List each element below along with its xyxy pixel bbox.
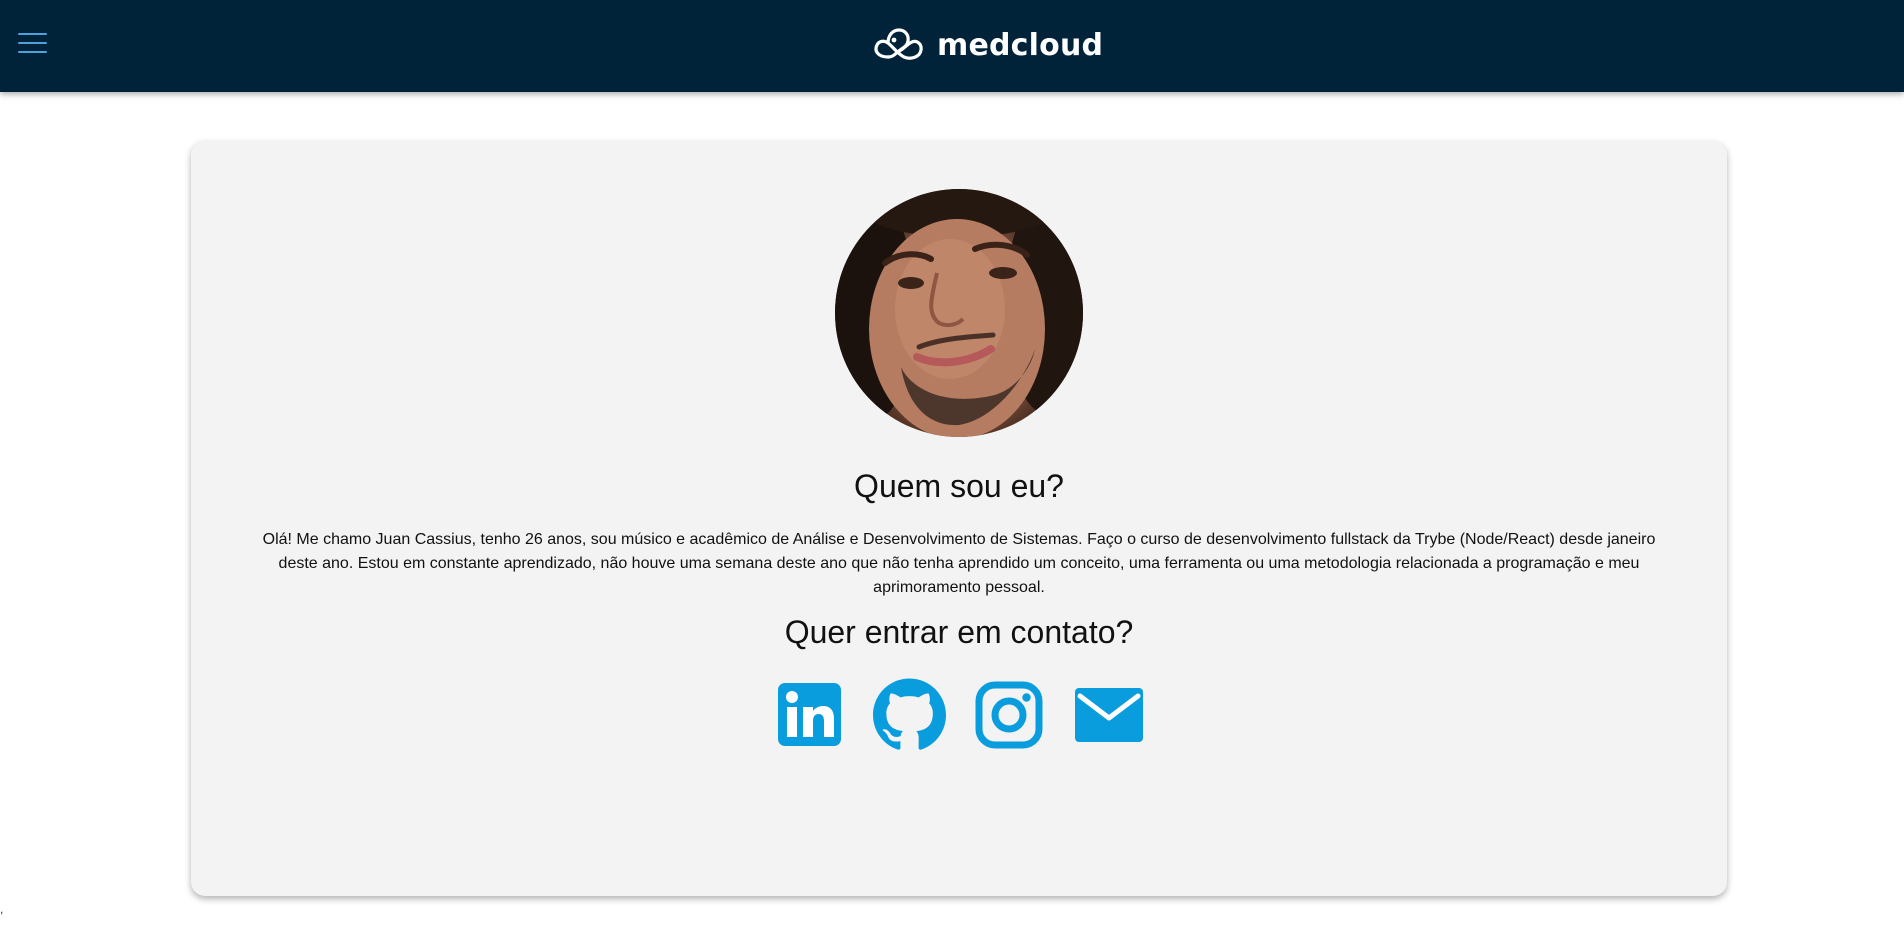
linkedin-icon — [777, 683, 841, 746]
github-icon — [872, 678, 946, 750]
contact-links — [191, 678, 1727, 751]
email-link[interactable] — [1073, 678, 1146, 751]
about-card: Quem sou eu? Olá! Me chamo Juan Cassius,… — [191, 141, 1727, 896]
profile-photo — [835, 189, 1083, 437]
about-paragraph: Olá! Me chamo Juan Cassius, tenho 26 ano… — [262, 531, 1656, 596]
about-heading: Quem sou eu? — [854, 468, 1064, 504]
hamburger-menu-icon[interactable] — [18, 33, 47, 55]
cloud-infinity-logo-icon — [874, 28, 923, 60]
contact-heading: Quer entrar em contato? — [784, 614, 1134, 650]
brand-logo[interactable]: medcloud — [871, 26, 1103, 66]
mail-icon — [1075, 687, 1143, 742]
brand-name: medcloud — [937, 28, 1104, 63]
github-link[interactable] — [872, 678, 946, 751]
linkedin-link[interactable] — [773, 678, 846, 751]
stray-text: , — [0, 902, 4, 916]
top-navigation-bar: medcloud — [0, 0, 1904, 92]
instagram-link[interactable] — [973, 678, 1046, 751]
instagram-icon — [975, 681, 1043, 748]
profile-avatar — [835, 189, 1083, 437]
